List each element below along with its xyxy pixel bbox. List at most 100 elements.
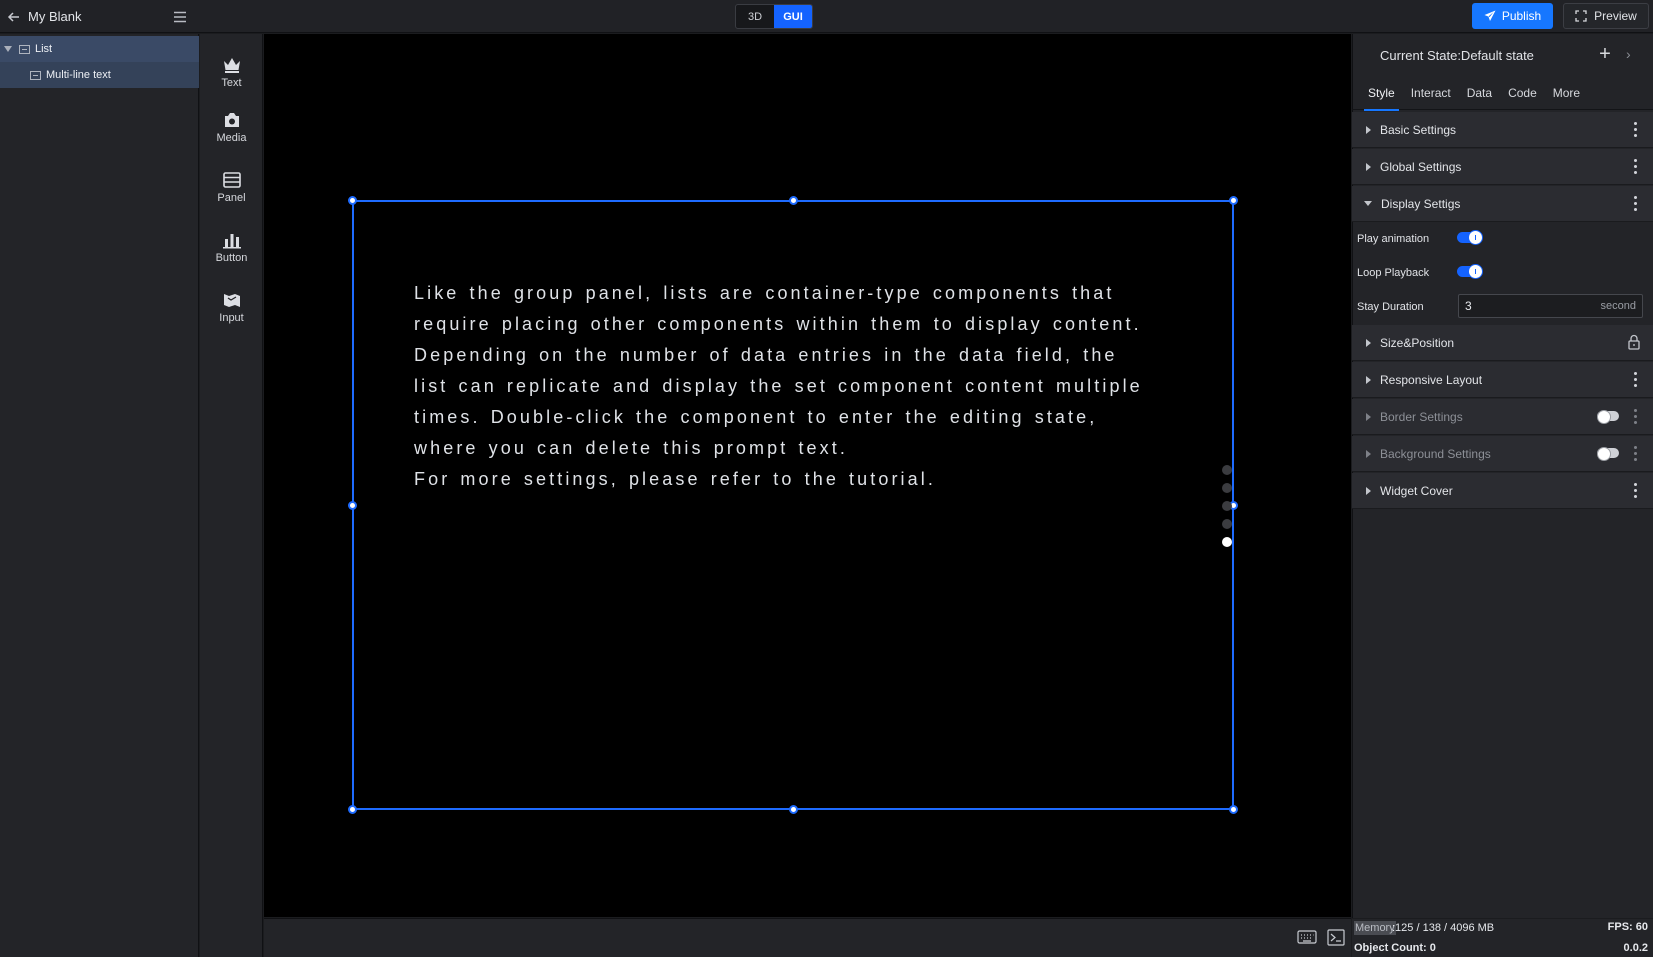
component-input[interactable]: Input xyxy=(200,282,263,332)
resize-handle-bottom-right[interactable] xyxy=(1229,805,1238,814)
prompt-line: Depending on the number of data entries … xyxy=(414,345,1118,365)
pager-dot-5[interactable] xyxy=(1222,537,1232,547)
loop-playback-label: Loop Playback xyxy=(1357,267,1430,279)
component-toolbar: Text Media Panel Button Input xyxy=(200,34,263,957)
section-basic-settings[interactable]: Basic Settings xyxy=(1352,112,1653,148)
loop-playback-toggle[interactable] xyxy=(1457,264,1483,279)
project-title: My Blank xyxy=(28,9,82,24)
tab-interact[interactable]: Interact xyxy=(1403,76,1459,110)
mode-switch: 3D GUI xyxy=(735,4,813,29)
panel-icon xyxy=(222,171,241,188)
tab-code[interactable]: Code xyxy=(1500,76,1545,110)
section-background-settings[interactable]: Background Settings xyxy=(1352,436,1653,472)
tab-data[interactable]: Data xyxy=(1459,76,1500,110)
section-title: Basic Settings xyxy=(1380,122,1457,137)
tab-style[interactable]: Style xyxy=(1360,76,1403,111)
stay-duration-input[interactable]: 3 second xyxy=(1458,294,1643,318)
back-arrow-icon[interactable] xyxy=(6,9,22,25)
resize-handle-bottom[interactable] xyxy=(789,805,798,814)
section-size-position[interactable]: Size&Position xyxy=(1352,325,1653,361)
section-title: Border Settings xyxy=(1380,409,1463,424)
section-global-settings[interactable]: Global Settings xyxy=(1352,149,1653,185)
keyboard-icon[interactable] xyxy=(1297,930,1317,944)
border-toggle[interactable] xyxy=(1597,410,1619,424)
component-media[interactable]: Media xyxy=(200,102,263,152)
section-title: Size&Position xyxy=(1380,335,1455,350)
map-icon xyxy=(223,293,240,307)
resize-handle-bottom-left[interactable] xyxy=(348,805,357,814)
background-toggle[interactable] xyxy=(1597,447,1619,461)
chevron-right-icon[interactable]: › xyxy=(1626,45,1636,63)
collapse-icon xyxy=(1364,201,1372,206)
more-vertical-icon[interactable] xyxy=(1633,483,1637,499)
more-vertical-icon[interactable] xyxy=(1633,122,1637,138)
more-vertical-icon[interactable] xyxy=(1633,446,1637,462)
play-animation-toggle[interactable] xyxy=(1457,230,1483,245)
pager-dot-3[interactable] xyxy=(1222,501,1232,511)
state-row: Current State:Default state + › xyxy=(1352,34,1653,76)
more-vertical-icon[interactable] xyxy=(1633,196,1637,212)
loop-playback-row: Loop Playback xyxy=(1352,258,1653,288)
preview-label: Preview xyxy=(1594,9,1637,23)
play-animation-label: Play animation xyxy=(1357,233,1430,245)
prompt-line: For more settings, please refer to the t… xyxy=(414,469,936,489)
section-title: Global Settings xyxy=(1380,159,1462,174)
component-label: Panel xyxy=(217,191,246,204)
expand-icon xyxy=(1366,338,1371,347)
lock-icon[interactable] xyxy=(1627,334,1641,350)
more-vertical-icon[interactable] xyxy=(1633,372,1637,388)
stay-duration-row: Stay Duration 3 second xyxy=(1352,292,1653,322)
component-button[interactable]: Button xyxy=(200,222,263,272)
crown-icon xyxy=(223,57,240,73)
section-title: Responsive Layout xyxy=(1380,372,1483,387)
layer-panel: List Multi-line text xyxy=(0,34,199,957)
stay-duration-label: Stay Duration xyxy=(1357,301,1424,313)
component-label: Input xyxy=(219,311,244,324)
section-display-settings[interactable]: Display Settigs xyxy=(1352,186,1653,222)
text-layer-icon xyxy=(30,70,41,80)
more-vertical-icon[interactable] xyxy=(1633,409,1637,425)
current-state-label[interactable]: Current State:Default state xyxy=(1380,48,1534,63)
section-title: Background Settings xyxy=(1380,446,1491,461)
send-icon xyxy=(1484,10,1496,21)
fps-readout: FPS: 60 xyxy=(1607,921,1648,933)
mode-gui-button[interactable]: GUI xyxy=(774,5,812,28)
layer-item-multiline-text[interactable]: Multi-line text xyxy=(0,62,199,88)
prompt-line: times. Double-click the component to ent… xyxy=(414,407,1098,427)
component-text[interactable]: Text xyxy=(200,47,263,97)
memory-label: Memory xyxy=(1354,921,1396,935)
section-widget-cover[interactable]: Widget Cover xyxy=(1352,473,1653,509)
expand-icon xyxy=(1366,449,1371,458)
camera-icon xyxy=(224,112,239,127)
resize-handle-top-left[interactable] xyxy=(348,196,357,205)
section-title: Display Settigs xyxy=(1381,196,1461,211)
resize-handle-left[interactable] xyxy=(348,501,357,510)
resize-handle-top-right[interactable] xyxy=(1229,196,1238,205)
section-responsive-layout[interactable]: Responsive Layout xyxy=(1352,362,1653,398)
terminal-icon[interactable] xyxy=(1327,929,1345,946)
section-title: Widget Cover xyxy=(1380,483,1453,498)
stay-duration-value: 3 xyxy=(1465,299,1472,313)
mode-3d-button[interactable]: 3D xyxy=(736,5,774,28)
tab-more[interactable]: More xyxy=(1545,76,1588,110)
publish-label: Publish xyxy=(1501,9,1542,23)
component-panel[interactable]: Panel xyxy=(200,162,263,212)
caret-down-icon[interactable] xyxy=(4,46,12,52)
hamburger-menu-icon[interactable] xyxy=(172,9,188,25)
layer-item-list[interactable]: List xyxy=(0,36,199,62)
object-count: Object Count: 0 xyxy=(1354,942,1436,954)
component-label: Media xyxy=(216,131,247,144)
resize-handle-top[interactable] xyxy=(789,196,798,205)
preview-button[interactable]: Preview xyxy=(1563,3,1649,29)
add-state-icon[interactable]: + xyxy=(1596,44,1614,64)
section-border-settings[interactable]: Border Settings xyxy=(1352,399,1653,435)
version-label: 0.0.2 xyxy=(1623,942,1648,954)
pager-dot-1[interactable] xyxy=(1222,465,1232,475)
expand-icon xyxy=(1366,375,1371,384)
expand-icon xyxy=(1366,486,1371,495)
publish-button[interactable]: Publish xyxy=(1472,3,1553,29)
pager-dot-4[interactable] xyxy=(1222,519,1232,529)
more-vertical-icon[interactable] xyxy=(1633,159,1637,175)
pager-dot-2[interactable] xyxy=(1222,483,1232,493)
stay-duration-unit: second xyxy=(1600,300,1636,312)
